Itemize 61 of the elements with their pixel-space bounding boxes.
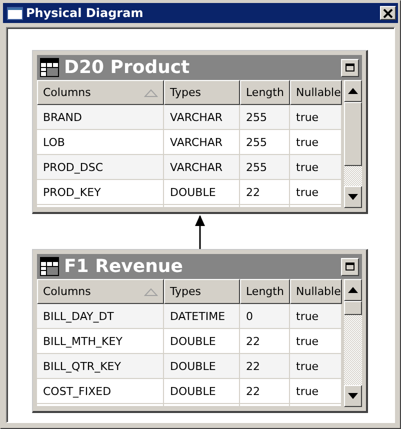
scroll-thumb[interactable] [344, 301, 362, 315]
table-cell: 0 [240, 304, 290, 329]
column-header[interactable]: Columns [37, 80, 164, 105]
table-cell: COST_FIXED [37, 379, 164, 404]
maximize-icon [345, 262, 355, 271]
column-header[interactable]: Length [240, 80, 290, 105]
table-cell: BRAND [37, 105, 164, 130]
close-icon [383, 8, 393, 18]
table-icon [40, 257, 59, 276]
down-arrow-icon [348, 393, 358, 399]
scroll-down-button[interactable] [344, 186, 362, 208]
up-arrow-icon [348, 287, 358, 293]
column-header[interactable]: Nullable [290, 279, 342, 304]
table-cell: 255 [240, 155, 290, 180]
column-header[interactable]: Length [240, 279, 290, 304]
scroll-thumb[interactable] [344, 102, 362, 166]
relationship-arrow [194, 214, 206, 249]
column-header[interactable]: Columns [37, 279, 164, 304]
column-header[interactable]: Nullable [290, 80, 342, 105]
table-cell: BILL_DAY_DT [37, 304, 164, 329]
table-cell: true [290, 354, 342, 379]
table-cell: true [290, 180, 342, 205]
sort-icon [144, 88, 158, 96]
table-name: F1 Revenue [64, 256, 184, 277]
table-cell: DOUBLE [164, 180, 240, 205]
scroll-up-button[interactable] [344, 279, 362, 301]
maximize-button[interactable] [341, 58, 359, 76]
scrollbar[interactable] [344, 80, 362, 208]
table-cell: 22 [240, 180, 290, 205]
table-cell: PROD_KEY [37, 180, 164, 205]
table-node[interactable]: D20 Product Columns Types Length Nullable BRAND VARCHAR 255 true LOB VARCHAR 255 true PROD_DSC VARCHAR 255 true PROD_KEY DOUBLE 22 true [32, 50, 368, 214]
table-cell: 255 [240, 105, 290, 130]
table-cell: BILL_QTR_KEY [37, 354, 164, 379]
table-cell: true [290, 105, 342, 130]
table-name: D20 Product [64, 57, 191, 78]
table-cell: 22 [240, 379, 290, 404]
sort-icon [144, 288, 158, 296]
table-cell: PROD_DSC [37, 155, 164, 180]
table-cell: true [290, 304, 342, 329]
table-cell: VARCHAR [164, 155, 240, 180]
table-icon [40, 58, 59, 77]
scrollbar[interactable] [344, 279, 362, 407]
close-button[interactable] [380, 6, 396, 20]
column-header[interactable]: Types [164, 279, 240, 304]
down-arrow-icon [348, 194, 358, 200]
maximize-icon [345, 63, 355, 72]
maximize-button[interactable] [341, 258, 359, 276]
table-node[interactable]: F1 Revenue Columns Types Length Nullable BILL_DAY_DT DATETIME 0 true BILL_MTH_KEY DOUBLE 22 true BILL_QTR_KEY DOUBLE 22 true COST_FIXED DOUBLE 22 true [32, 249, 368, 413]
column-header[interactable]: Types [164, 80, 240, 105]
table-cell: VARCHAR [164, 105, 240, 130]
table-cell: true [290, 155, 342, 180]
window-title: Physical Diagram [26, 6, 144, 20]
window-icon [7, 6, 23, 20]
up-arrow-icon [348, 88, 358, 94]
table-cell: DOUBLE [164, 379, 240, 404]
table-cell: DATETIME [164, 304, 240, 329]
scroll-down-button[interactable] [344, 385, 362, 407]
table-cell: DOUBLE [164, 354, 240, 379]
scroll-up-button[interactable] [344, 80, 362, 102]
table-cell: true [290, 379, 342, 404]
table-cell: 22 [240, 354, 290, 379]
